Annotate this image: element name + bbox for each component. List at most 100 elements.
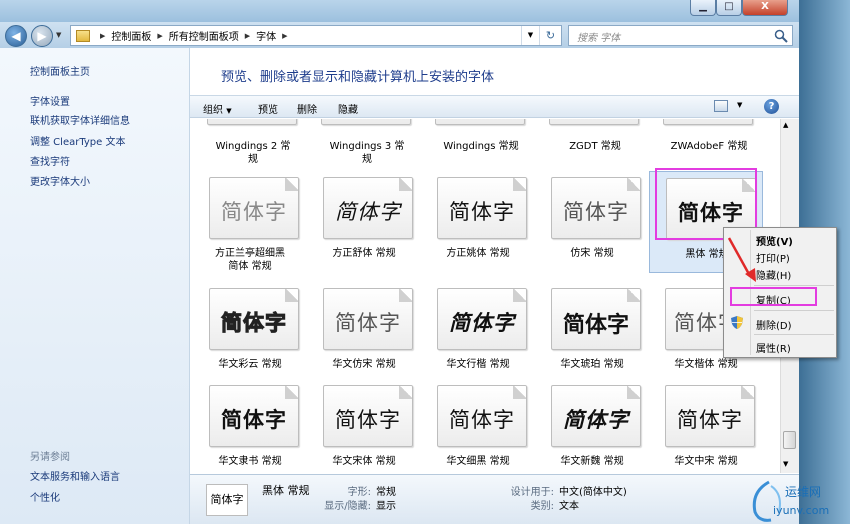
chevron-right-icon[interactable]: ▶ [100,32,105,40]
font-item[interactable]: 简体字 华文琥珀 常规 [535,282,649,384]
font-preview-icon: 简体字 [437,288,527,350]
preview-button[interactable]: 预览 [258,101,278,116]
font-icon[interactable] [663,119,753,125]
personalization-link[interactable]: 个性化 [30,489,60,504]
breadcrumb-control-panel[interactable]: 控制面板 [111,28,151,43]
font-name: 华文宋体 常规 [332,456,396,467]
font-item[interactable]: 简体字 华文仿宋 常规 [307,282,421,384]
command-bar: 组织 ▼ 预览 删除 隐藏 ▼ ? [190,95,799,118]
font-item-label[interactable]: ZWAdobeF 常规 [652,140,766,153]
font-name: 仿宋 常规 [570,248,614,259]
font-icon[interactable] [321,119,411,125]
chevron-right-icon[interactable]: ▶ [282,32,287,40]
change-view-icon[interactable] [714,100,728,112]
scroll-thumb[interactable] [783,431,796,449]
back-button[interactable]: ◀ [5,25,27,47]
main-content: 预览、删除或者显示和隐藏计算机上安装的字体 组织 ▼ 预览 删除 隐藏 ▼ ? … [190,48,799,524]
font-icon[interactable] [435,119,525,125]
minimize-button[interactable]: ▁ [690,0,716,16]
watermark-text: 运维网 [785,485,822,499]
font-name: 华文楷体 常规 [674,359,738,370]
forward-button[interactable]: ▶ [31,25,53,47]
font-item[interactable]: 简体字 方正舒体 常规 [307,171,421,273]
chevron-right-icon[interactable]: ▶ [157,32,162,40]
font-item[interactable]: 简体字 方正姚体 常规 [421,171,535,273]
close-button[interactable]: X [742,0,788,16]
left-navigation-pane: 控制面板主页 字体设置 联机获取字体详细信息 调整 ClearType 文本 查… [0,48,190,524]
breadcrumb-fonts[interactable]: 字体 [256,28,276,43]
history-dropdown-icon[interactable]: ▼ [56,31,61,39]
navigation-bar: ◀ ▶ ▼ ▶ 控制面板 ▶ 所有控制面板项 ▶ 字体 ▶ ▼ ↻ 搜索 字体 [0,22,850,48]
font-preview-icon: 简体字 [209,288,299,350]
organize-label: 组织 [203,105,223,116]
search-icon[interactable] [774,29,788,43]
font-settings-link[interactable]: 字体设置 [30,93,70,108]
control-panel-icon [76,29,90,42]
font-item[interactable]: 简体字 华文彩云 常规 [193,282,307,384]
font-name: 华文彩云 常规 [218,359,282,370]
category-value: 文本 [559,501,579,512]
maximize-button[interactable]: □ [716,0,742,16]
font-preview-icon: 简体字 [551,177,641,239]
font-name: 方正兰亭超细黑 简体 常规 [193,247,307,273]
font-sample-text: 简体字 [563,200,629,224]
font-item[interactable]: 简体字 华文新魏 常规 [535,379,649,473]
menu-item-delete[interactable]: 删除(D) [756,317,792,332]
get-font-info-online-link[interactable]: 联机获取字体详细信息 [30,112,130,127]
font-item[interactable]: 简体字 华文中宋 常规 [649,379,763,473]
control-panel-home-link[interactable]: 控制面板主页 [30,63,90,78]
find-character-link[interactable]: 查找字符 [30,153,70,168]
designed-for-value: 中文(简体中文) [559,487,627,498]
hide-button[interactable]: 隐藏 [338,101,358,116]
scroll-up-icon[interactable]: ▲ [783,121,788,129]
font-preview-icon: 简体字 [323,177,413,239]
adjust-cleartype-link[interactable]: 调整 ClearType 文本 [30,133,125,148]
font-item-label[interactable]: ZGDT 常规 [538,140,652,153]
font-item-label[interactable]: Wingdings 常规 [424,140,538,153]
font-sample-text: 简体字 [449,200,515,224]
view-options-dropdown-icon[interactable]: ▼ [737,101,742,109]
font-name: 华文中宋 常规 [674,456,738,467]
font-icon[interactable] [207,119,297,125]
font-sample-text: 简体字 [449,310,515,335]
address-bar[interactable]: ▶ 控制面板 ▶ 所有控制面板项 ▶ 字体 ▶ ▼ ↻ [70,25,562,46]
font-name-line1: Wingdings 3 常 [329,141,405,152]
font-sample-text: 简体字 [335,200,401,224]
font-name-line1: Wingdings 常规 [443,141,519,152]
font-name: 华文新魏 常规 [560,456,624,467]
font-item[interactable]: 简体字 华文隶书 常规 [193,379,307,473]
change-font-size-link[interactable]: 更改字体大小 [30,173,90,188]
font-item-label[interactable]: Wingdings 3 常规 [310,140,424,166]
chevron-right-icon[interactable]: ▶ [245,32,250,40]
menu-item-properties[interactable]: 属性(R) [756,340,791,355]
search-input[interactable]: 搜索 字体 [568,25,793,46]
font-item[interactable]: 简体字 华文细黑 常规 [421,379,535,473]
font-item-label[interactable]: Wingdings 2 常规 [196,140,310,166]
red-arrow-icon [727,237,756,282]
font-item[interactable]: 简体字 华文行楷 常规 [421,282,535,384]
font-name-line2: 简体 常规 [228,261,272,272]
organize-button[interactable]: 组织 ▼ [203,101,232,116]
font-name: 华文细黑 常规 [446,456,510,467]
refresh-icon[interactable]: ↻ [539,26,561,45]
address-dropdown-icon[interactable]: ▼ [521,26,539,45]
menu-separator [754,334,834,335]
delete-button[interactable]: 删除 [297,101,317,116]
font-preview-icon: 简体字 [437,177,527,239]
breadcrumb-all-items[interactable]: 所有控制面板项 [169,28,239,43]
font-icon[interactable] [549,119,639,125]
font-item[interactable]: 简体字 仿宋 常规 [535,171,649,273]
font-preview-icon: 简体字 [551,288,641,350]
font-preview-icon: 简体字 [437,385,527,447]
highlight-box-copy [730,287,817,306]
font-sample-text: 简体字 [449,408,515,432]
text-services-link[interactable]: 文本服务和输入语言 [30,468,120,483]
category-label: 类别: [530,501,554,512]
font-name-line2: 规 [362,154,372,165]
help-icon[interactable]: ? [764,99,779,114]
scroll-down-icon[interactable]: ▼ [783,460,788,468]
font-item[interactable]: 简体字 方正兰亭超细黑 简体 常规 [193,171,307,273]
font-item[interactable]: 简体字 华文宋体 常规 [307,379,421,473]
font-name-line1: Wingdings 2 常 [215,141,291,152]
watermark-url: iyunv.com [773,504,830,517]
